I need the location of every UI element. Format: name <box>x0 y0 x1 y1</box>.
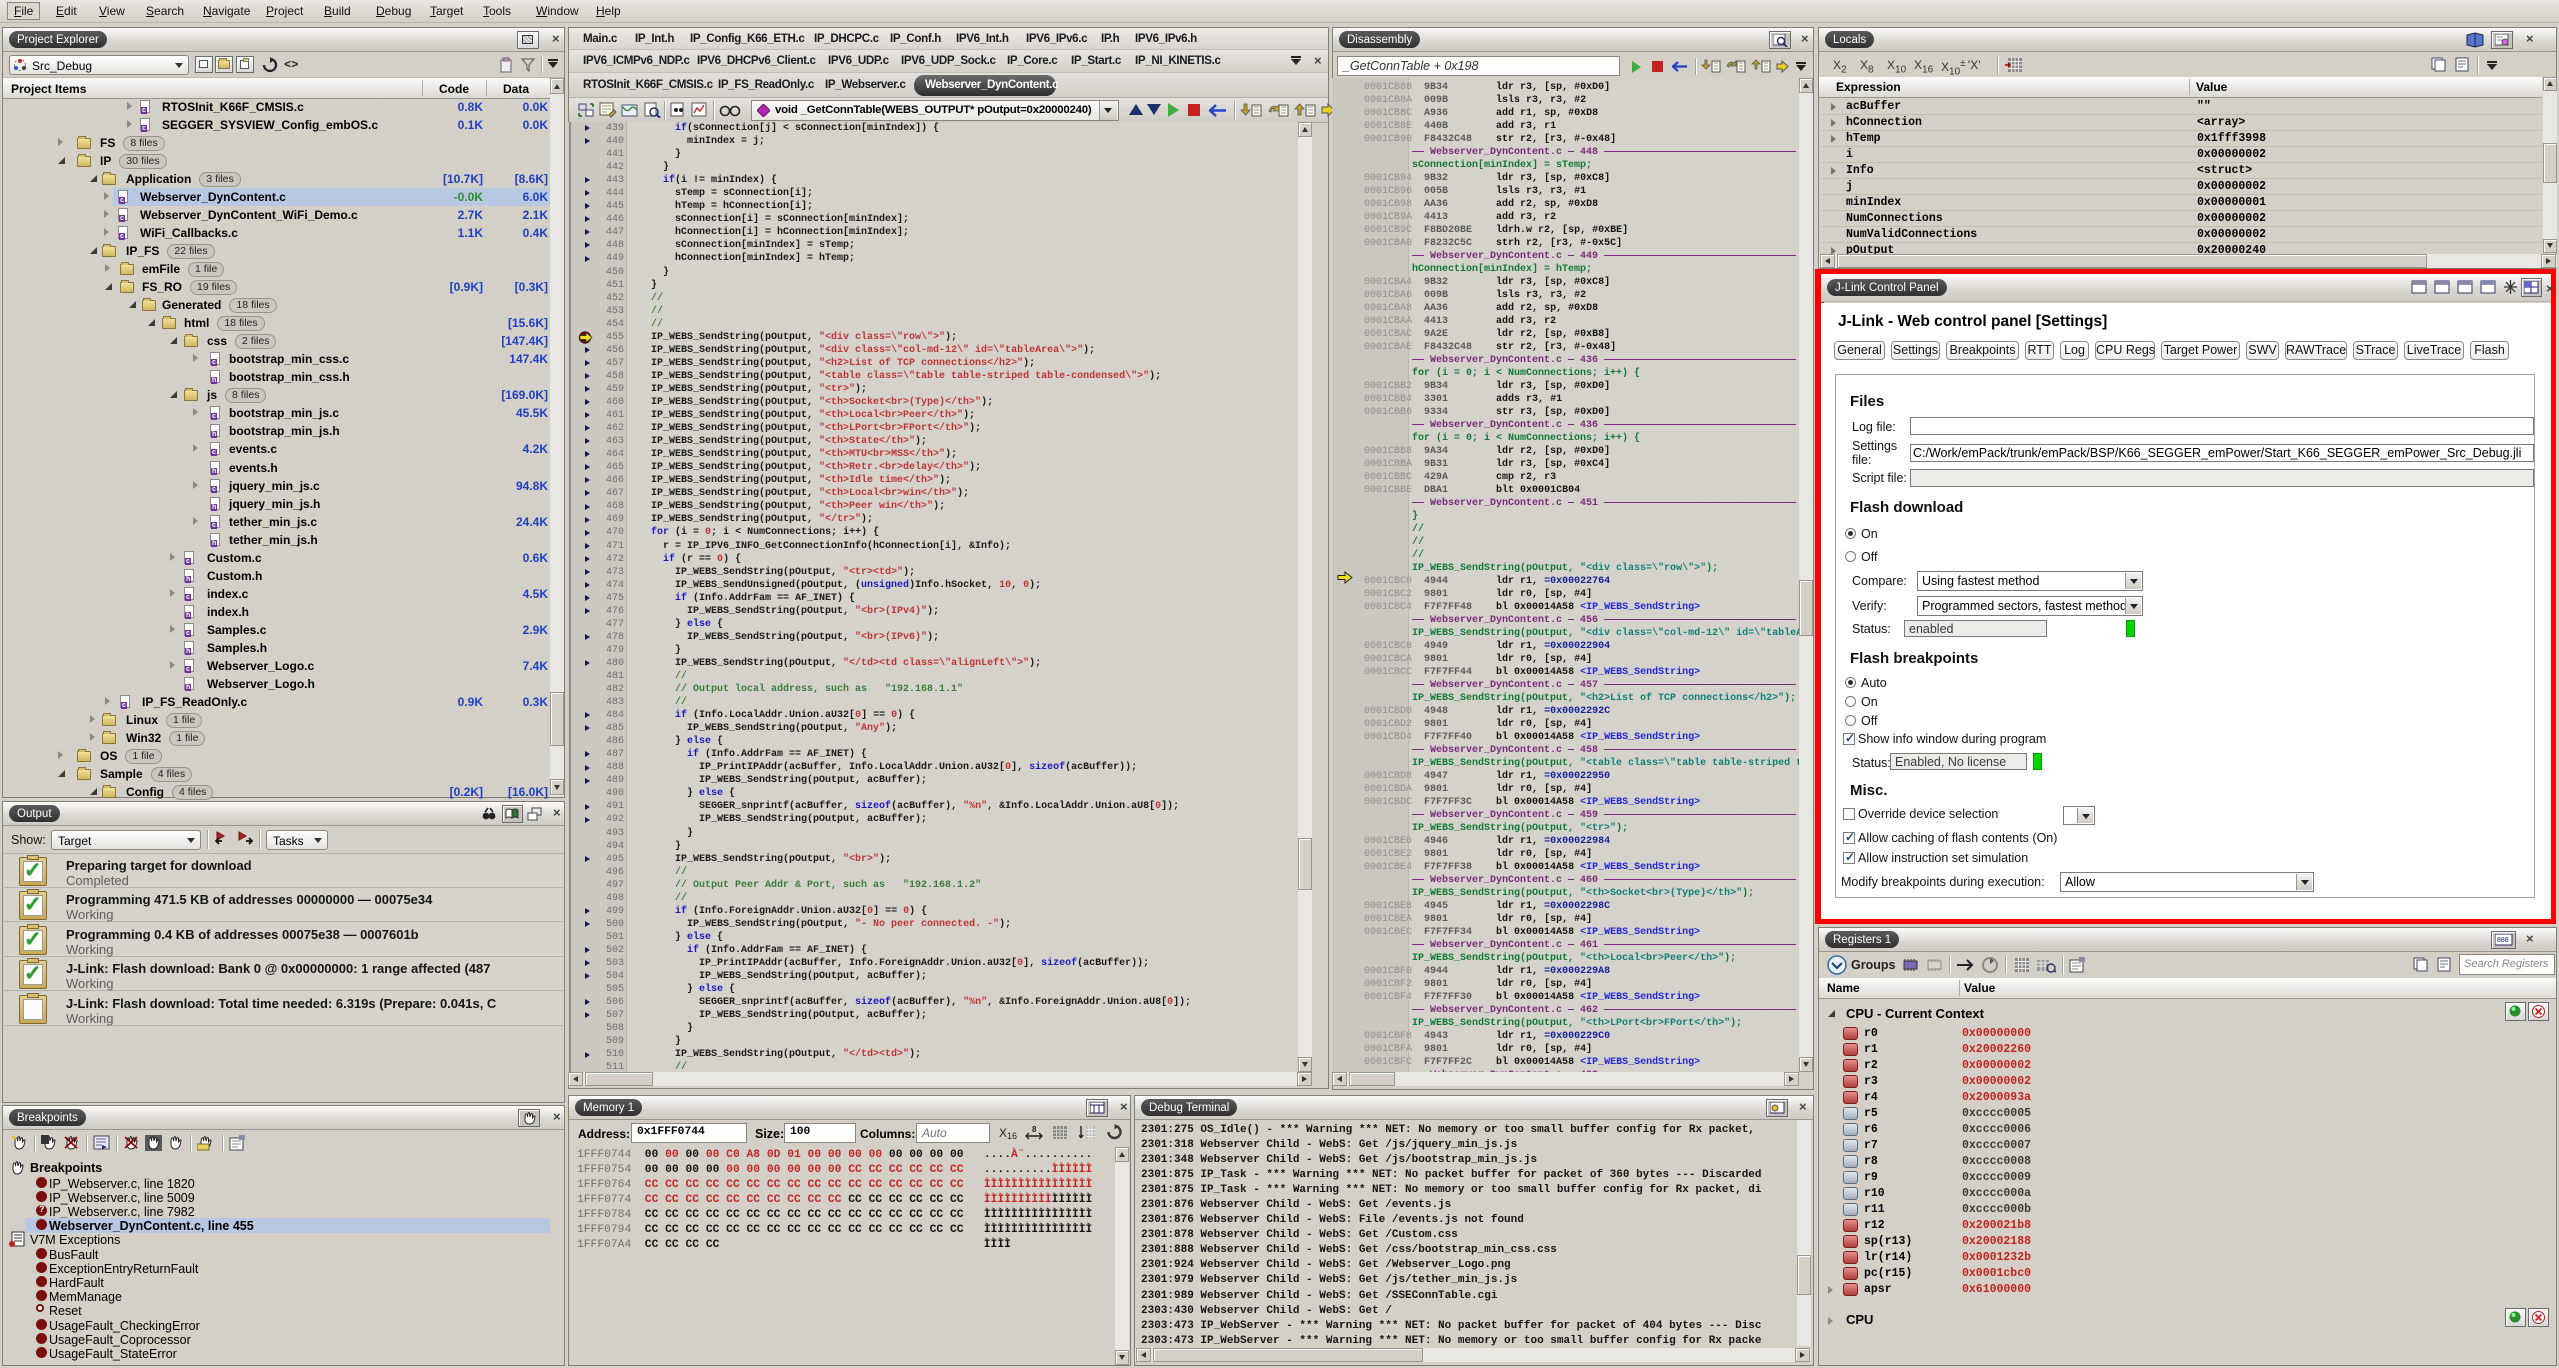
svg-text:888: 888 <box>2497 937 2509 944</box>
svg-text:8: 8 <box>1032 1125 1037 1134</box>
